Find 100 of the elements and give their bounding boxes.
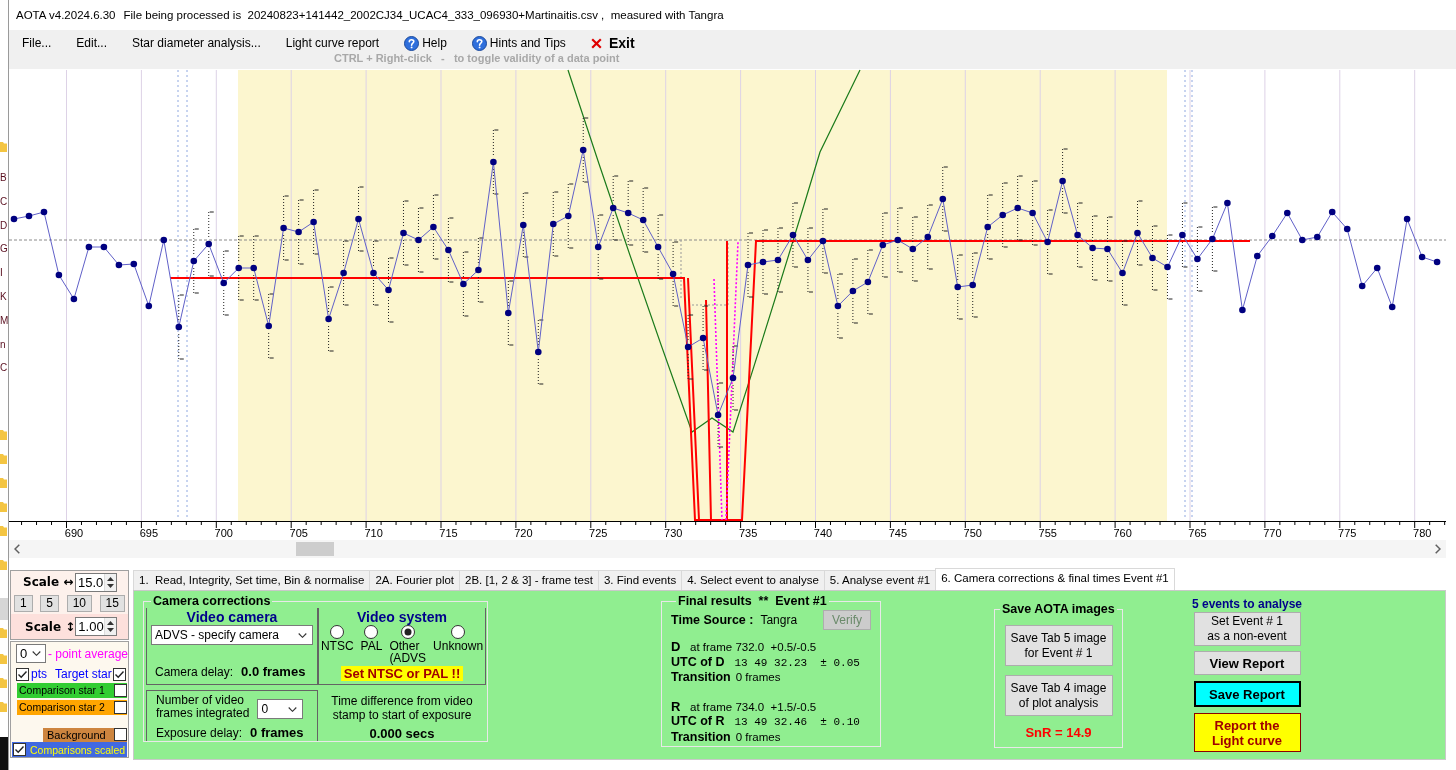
checkbox[interactable] xyxy=(113,667,126,681)
tab[interactable]: 2B. [1, 2 & 3] - frame test xyxy=(459,570,599,590)
radio-button[interactable] xyxy=(364,625,379,639)
field-label: Camera delay: xyxy=(155,665,234,679)
average-dropdown[interactable]: 0 xyxy=(16,644,46,663)
transition-label: Transition xyxy=(671,670,731,686)
x-tick-label: 730 xyxy=(664,527,683,539)
time-offset-value: 0.000 secs xyxy=(369,727,435,741)
x-tick-label: 770 xyxy=(1263,527,1282,539)
file-info-text: File being processed is 20240823+141442_2002CJ34_UCAC4_333_096930+Martinaitis.csv , measured with Tangra xyxy=(123,9,724,21)
radio-label[interactable]: NTSC xyxy=(320,640,354,652)
radio-label[interactable]: PAL xyxy=(360,640,383,652)
tab[interactable]: 4. Select event to analyse xyxy=(681,570,825,590)
folder-icon xyxy=(0,558,7,570)
field-value: 0 frames xyxy=(250,726,304,740)
utc-value: 13 49 32.46 ± 0.10 xyxy=(734,715,860,730)
x-tick-label: 725 xyxy=(589,527,608,539)
tab[interactable]: 5. Analyse event #1 xyxy=(823,570,937,590)
utc-value: 13 49 32.23 ± 0.05 xyxy=(734,655,860,671)
save-image-button[interactable]: Save Tab 4 image of plot analysis xyxy=(1004,675,1113,716)
radio-button[interactable] xyxy=(400,625,415,639)
scale-label: Scale ↔ xyxy=(23,575,74,589)
save-image-button[interactable]: Save Tab 5 image for Event # 1 xyxy=(1004,625,1113,666)
menu-item[interactable]: Star diameter analysis... xyxy=(132,36,261,50)
radio-label[interactable]: Other (ADVS xyxy=(389,640,427,664)
field-label: Number of video frames integrated xyxy=(156,694,250,720)
horizontal-scrollbar[interactable] xyxy=(9,540,1446,558)
background-list-text: B xyxy=(0,171,8,184)
checkbox[interactable] xyxy=(16,667,29,681)
tab[interactable]: 6. Camera corrections & final times Event #1 xyxy=(935,568,1175,590)
transition-value: 0 frames xyxy=(735,670,781,685)
x-tick-label: 695 xyxy=(139,527,159,539)
scale-preset-button[interactable]: 1 xyxy=(14,595,33,612)
menu-item[interactable]: Exit xyxy=(590,35,635,51)
checkbox[interactable] xyxy=(114,700,127,714)
radio-button[interactable] xyxy=(330,625,345,639)
x-tick-label: 720 xyxy=(514,527,533,539)
scroll-left-icon[interactable] xyxy=(14,544,20,554)
tab[interactable]: 1. Read, Integrity, Set time, Bin & normalise xyxy=(133,570,371,590)
background-list-text: M xyxy=(0,313,8,327)
event-letter: D xyxy=(671,639,682,655)
points-label: pts xyxy=(31,667,47,681)
spin-up-icon[interactable] xyxy=(107,576,114,581)
x-tick-label: 745 xyxy=(888,527,908,539)
background-list-text: G xyxy=(0,242,8,256)
spin-down-icon[interactable] xyxy=(107,583,114,588)
folder-icon xyxy=(0,428,7,440)
x-tick-label: 735 xyxy=(738,527,758,539)
panel-title: Video camera xyxy=(186,609,278,625)
scale-spinner[interactable]: 1.00 xyxy=(75,617,117,636)
tab[interactable]: 2A. Fourier plot xyxy=(369,570,461,590)
tab[interactable]: 3. Find events xyxy=(597,570,683,590)
background-list-text: I xyxy=(0,266,4,280)
spin-up-icon[interactable] xyxy=(106,621,114,625)
menu-item[interactable]: Help xyxy=(404,35,447,51)
checkbox[interactable] xyxy=(114,728,127,742)
series-label: Target star xyxy=(55,667,112,681)
radio-label[interactable]: Unknown xyxy=(433,640,484,652)
help-icon xyxy=(471,35,487,51)
camera-dropdown[interactable]: ADVS - specify camera xyxy=(151,625,313,645)
x-tick-label: 765 xyxy=(1188,527,1207,539)
series-label: Comparison star 2 xyxy=(19,701,105,714)
scroll-right-icon[interactable] xyxy=(1435,544,1441,554)
background-list-text: C xyxy=(0,194,8,208)
x-tick-label: 700 xyxy=(214,527,233,539)
x-tick-label: 715 xyxy=(439,527,458,539)
menu-item[interactable]: File... xyxy=(22,36,52,50)
chevron-down-icon xyxy=(298,632,307,638)
series-label: Comparison star 1 xyxy=(19,684,105,697)
menu-item[interactable]: Hints and Tips xyxy=(471,35,566,51)
view-report-button[interactable]: View Report xyxy=(1193,651,1301,675)
x-tick-label: 740 xyxy=(813,527,833,539)
guide-line xyxy=(680,239,729,306)
spin-down-icon[interactable] xyxy=(106,628,114,632)
menu-item[interactable]: Edit... xyxy=(76,36,108,50)
folder-icon xyxy=(0,652,7,664)
time-offset-label: Time difference from video stamp to start of exposure xyxy=(331,694,473,722)
group-title: Save AOTA images xyxy=(1001,602,1116,616)
x-tick-label: 755 xyxy=(1038,527,1057,539)
save-report-button[interactable]: Save Report xyxy=(1193,681,1301,707)
x-tick-label: 690 xyxy=(64,527,84,539)
group-title: Camera corrections xyxy=(152,595,272,608)
checkbox[interactable] xyxy=(13,743,26,757)
scrollbar-thumb[interactable] xyxy=(296,542,334,556)
frames-dropdown[interactable]: 0 xyxy=(257,699,304,719)
radio-button[interactable] xyxy=(451,625,466,639)
report-curve-button[interactable]: Report the Light curve xyxy=(1193,713,1301,752)
menu-item[interactable]: Light curve report xyxy=(285,36,380,50)
folder-icon xyxy=(0,700,7,712)
non-event-button[interactable]: Set Event # 1 as a non-event xyxy=(1193,612,1301,646)
chevron-down-icon xyxy=(288,706,298,712)
events-count-title: 5 events to analyse xyxy=(1191,597,1303,611)
scale-preset-button[interactable]: 10 xyxy=(66,595,92,612)
panel-title: Video system xyxy=(357,609,447,625)
folder-icon xyxy=(0,500,7,512)
scale-preset-button[interactable]: 5 xyxy=(40,595,59,612)
scale-spinner[interactable]: 15.0 xyxy=(75,572,117,592)
checkbox[interactable] xyxy=(114,683,127,697)
utc-label: UTC of D xyxy=(671,654,725,670)
scale-preset-button[interactable]: 15 xyxy=(99,595,125,612)
